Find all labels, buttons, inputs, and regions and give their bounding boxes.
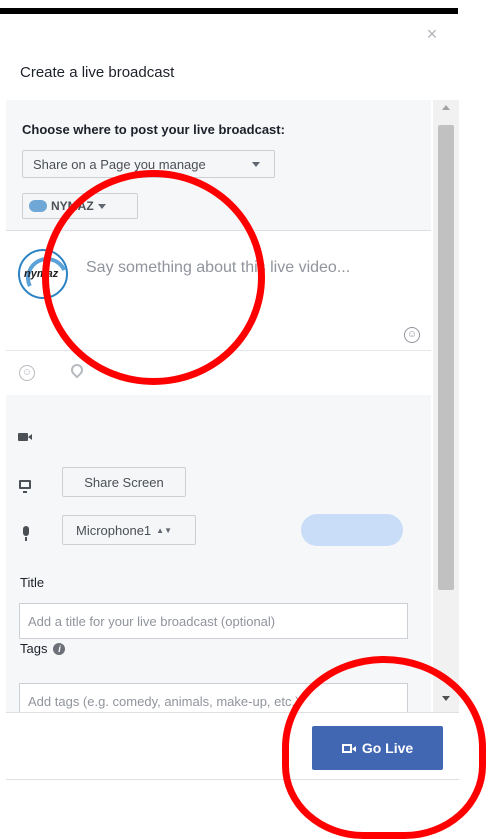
avatar-text: nymaz [24, 268, 59, 280]
audio-level-bar [301, 514, 403, 546]
scrollbar[interactable] [433, 100, 459, 712]
microphone-icon [23, 526, 29, 541]
post-target-section: Choose where to post your live broadcast… [6, 100, 431, 231]
tags-input[interactable] [19, 683, 408, 712]
avatar: nymaz [18, 249, 68, 299]
microphone-value: Microphone1 [76, 522, 152, 538]
location-pin-icon[interactable] [68, 361, 86, 379]
share-destination-select[interactable]: Share on a Page you manage [22, 150, 275, 178]
broadcast-panel: Choose where to post your live broadcast… [6, 100, 459, 712]
chevron-down-icon [97, 203, 106, 209]
tags-label: Tags [20, 641, 48, 656]
share-screen-button[interactable]: Share Screen [62, 467, 186, 497]
title-input[interactable] [19, 603, 408, 639]
scroll-up-arrow-icon[interactable] [442, 105, 450, 110]
compose-input[interactable]: Say something about this live video... [86, 259, 350, 277]
microphone-select[interactable]: Microphone1 ▲▼ [62, 515, 196, 545]
dialog-title: Create a live broadcast [20, 64, 175, 81]
page-select-value: NYMAZ [51, 199, 94, 213]
post-target-label: Choose where to post your live broadcast… [22, 122, 285, 137]
emoji-icon[interactable]: ☺ [404, 327, 420, 343]
stream-settings: Share Screen Microphone1 ▲▼ Title Tags i [6, 395, 431, 712]
info-icon[interactable]: i [53, 642, 66, 655]
composer: nymaz Say something about this live vide… [6, 231, 431, 349]
share-destination-value: Share on a Page you manage [33, 156, 206, 172]
bottom-divider [6, 779, 459, 780]
close-icon[interactable]: × [422, 24, 442, 44]
page-logo-icon [29, 200, 47, 212]
monitor-icon [19, 480, 31, 493]
page-select[interactable]: NYMAZ [22, 193, 138, 219]
composer-actions: ☺ [6, 350, 431, 396]
top-black-bar [0, 8, 458, 14]
go-live-button[interactable]: Go Live [312, 726, 443, 770]
footer-divider [6, 712, 459, 713]
video-camera-icon [341, 743, 356, 753]
go-live-label: Go Live [361, 740, 414, 756]
video-camera-icon [18, 433, 32, 441]
emoji-icon[interactable]: ☺ [19, 365, 35, 381]
scroll-down-arrow-icon[interactable] [442, 696, 450, 701]
scroll-thumb[interactable] [438, 125, 454, 590]
select-arrows-icon: ▲▼ [156, 525, 172, 535]
title-label: Title [20, 575, 45, 590]
tags-label-row: Tags i [20, 641, 66, 656]
chevron-down-icon [252, 162, 260, 167]
